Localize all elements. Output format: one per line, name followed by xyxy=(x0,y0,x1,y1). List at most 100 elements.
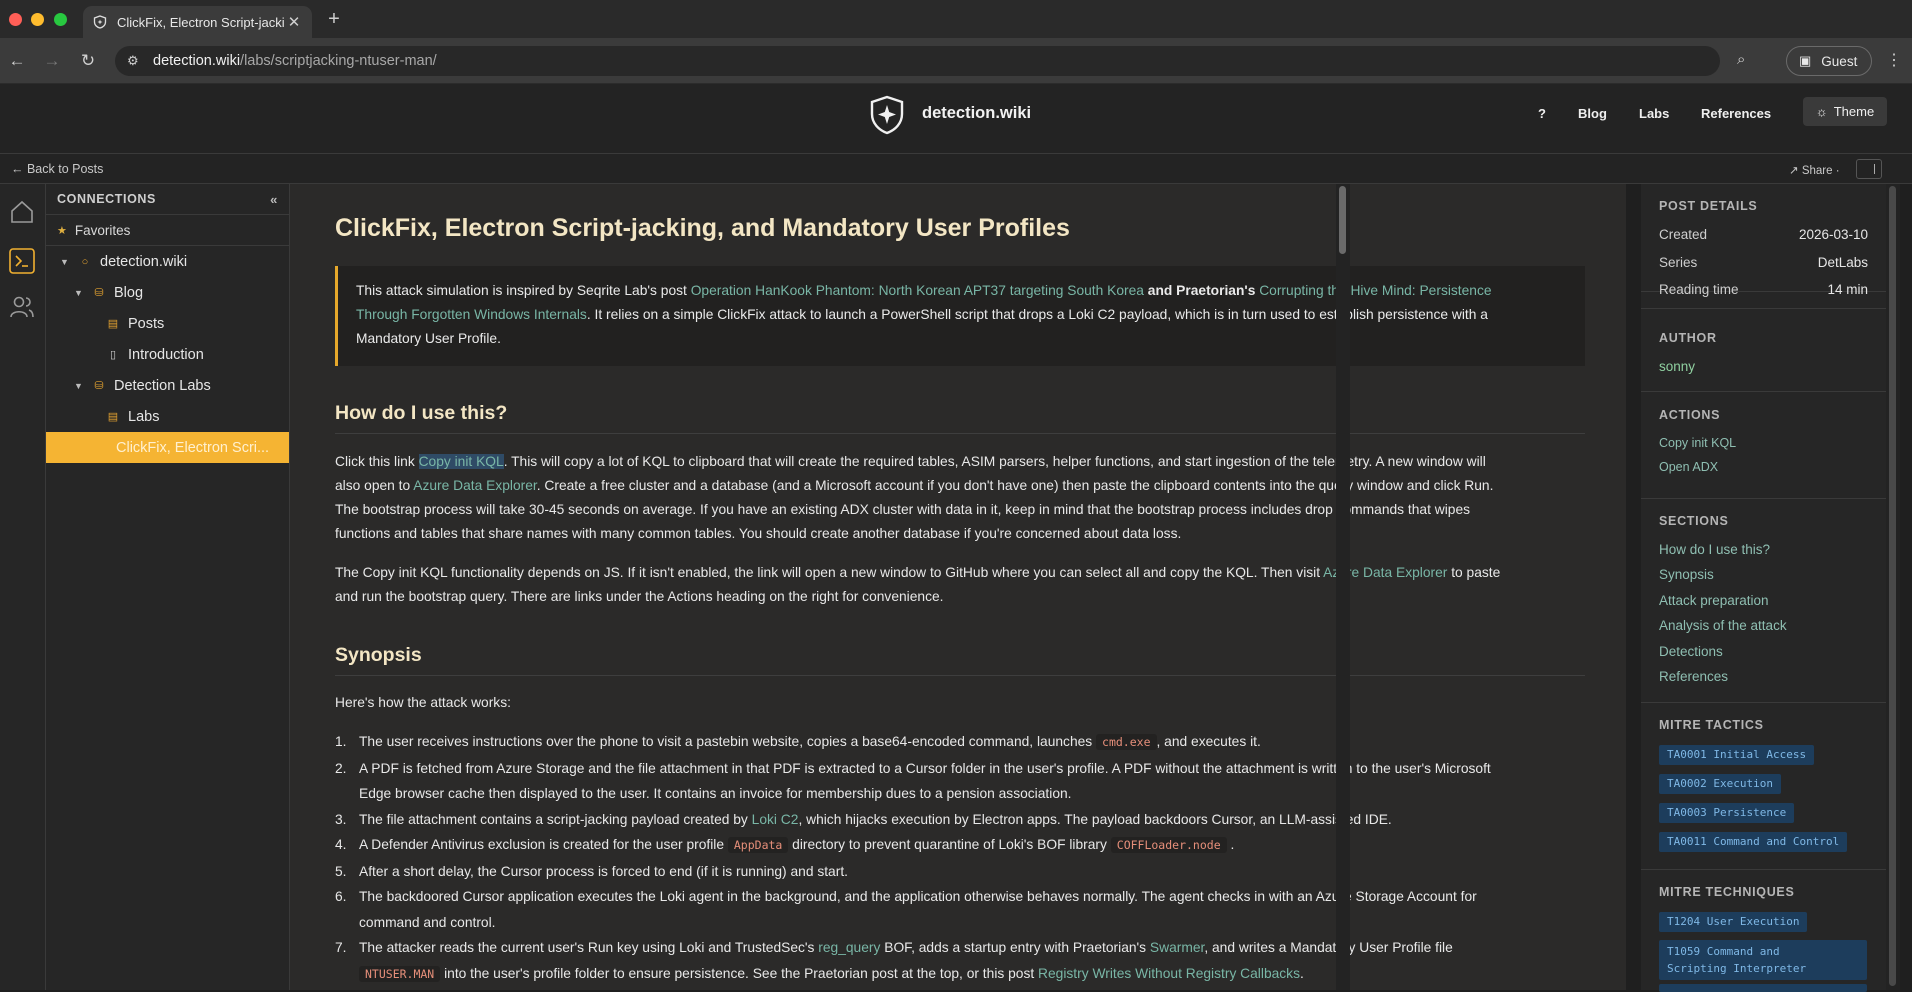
technique-tag[interactable] xyxy=(1659,984,1867,992)
tactic-tag[interactable]: TA0001 Initial Access xyxy=(1659,745,1815,765)
back-icon[interactable]: ← xyxy=(7,51,27,71)
menu-icon[interactable]: ⋮ xyxy=(1886,50,1902,70)
users-icon[interactable] xyxy=(9,294,35,320)
callout-text: . It relies on a simple ClickFix attack … xyxy=(586,307,1488,322)
step-text: directory to prevent quarantine of Loki'… xyxy=(788,837,1111,852)
step-text: A Defender Antivirus exclusion is create… xyxy=(359,837,728,852)
forward-icon[interactable]: → xyxy=(42,51,62,71)
technique-label: Scripting Interpreter xyxy=(1667,962,1807,975)
star-icon: ★ xyxy=(57,224,67,237)
scrollbar-thumb[interactable] xyxy=(1889,186,1896,986)
profile-button[interactable]: ▣ Guest xyxy=(1786,46,1872,76)
tree-item-detection-wiki[interactable]: ▼ ○ detection.wiki xyxy=(46,246,289,277)
section-link-detections[interactable]: Detections xyxy=(1659,644,1723,659)
new-tab-icon[interactable]: + xyxy=(324,8,344,31)
site-settings-icon[interactable]: ⚙ xyxy=(127,53,143,69)
post-details-heading: POST DETAILS xyxy=(1659,199,1758,213)
tree-item-label: Introduction xyxy=(128,346,204,363)
nav-blog-link[interactable]: Blog xyxy=(1578,106,1607,121)
tactic-tag[interactable]: TA0011 Command and Control xyxy=(1659,832,1848,852)
technique-tag[interactable]: T1204 User Execution xyxy=(1659,912,1808,932)
list-item: 5. After a short delay, the Cursor proces… xyxy=(335,863,848,879)
reload-icon[interactable]: ↻ xyxy=(78,51,98,71)
tree-item-label: Blog xyxy=(114,284,144,301)
hive-mind-link[interactable]: Through Forgotten Windows Internals xyxy=(356,307,587,322)
reg-query-link[interactable]: reg_query xyxy=(818,940,880,955)
swarmer-link[interactable]: Swarmer xyxy=(1150,940,1204,955)
url-domain: detection.wiki xyxy=(153,53,241,69)
post-details-panel: POST DETAILS Created 2026-03-10 Series Det… xyxy=(1641,184,1886,992)
profile-label: Guest xyxy=(1821,53,1858,69)
hive-mind-link[interactable]: Corrupting the Hive Mind: Persistence xyxy=(1259,283,1491,298)
open-adx-action[interactable]: Open ADX xyxy=(1659,460,1718,474)
article-pane: ClickFix, Electron Script-jacking, and M… xyxy=(290,184,1626,990)
tactic-tag[interactable]: TA0003 Persistence xyxy=(1659,803,1795,823)
copy-init-kql-link[interactable]: Copy init KQL xyxy=(418,454,504,469)
shield-logo-icon[interactable] xyxy=(869,95,905,135)
para-text: Click this link xyxy=(335,454,419,469)
step-text: After a short delay, the Cursor process … xyxy=(359,863,848,879)
connections-header: CONNECTIONS « xyxy=(46,184,289,215)
toggle-panel-icon[interactable] xyxy=(1856,159,1882,179)
callout-text: This attack simulation is inspired by Se… xyxy=(356,283,691,298)
inline-code: AppData xyxy=(727,837,789,853)
close-tab-icon[interactable]: ✕ xyxy=(286,13,302,31)
browser-tab[interactable]: ClickFix, Electron Script-jacki ✕ xyxy=(83,6,312,38)
loki-c2-link[interactable]: Loki C2 xyxy=(752,812,799,827)
technique-tag[interactable]: T1059 Command and Scripting Interpreter xyxy=(1659,940,1867,980)
section-link-attack-preparation[interactable]: Attack preparation xyxy=(1659,593,1769,608)
post-details-section: POST DETAILS Created 2026-03-10 Series Det… xyxy=(1641,184,1886,297)
tree-item-current-post[interactable]: ClickFix, Electron Scri... xyxy=(46,432,289,463)
caret-down-icon[interactable]: ▼ xyxy=(74,381,86,391)
home-icon[interactable] xyxy=(9,199,35,225)
favorites-item[interactable]: ★ Favorites xyxy=(46,215,289,246)
terminal-icon[interactable] xyxy=(9,248,35,274)
nav-help-link[interactable]: ? xyxy=(1538,106,1546,121)
author-link[interactable]: sonny xyxy=(1659,359,1695,374)
address-bar[interactable]: ⚙ detection.wiki/labs/scriptjacking-ntus… xyxy=(115,46,1720,76)
search-tabs-icon[interactable]: ⌕ xyxy=(1737,51,1745,68)
azure-data-explorer-link[interactable]: Azure Data Explorer xyxy=(413,478,536,493)
nav-references-link[interactable]: References xyxy=(1701,106,1771,121)
back-to-posts-link[interactable]: ← Back to Posts xyxy=(11,162,103,176)
hankook-phantom-link[interactable]: Operation HanKook Phantom: North Korean … xyxy=(691,283,1144,298)
database-icon: ⛁ xyxy=(94,380,104,392)
created-value: 2026-03-10 xyxy=(1798,227,1868,242)
maximize-window-button[interactable] xyxy=(54,13,67,26)
section-link-references[interactable]: References xyxy=(1659,669,1728,684)
section-link-how-to-use[interactable]: How do I use this? xyxy=(1659,542,1770,557)
heading-synopsis: Synopsis xyxy=(335,644,1585,676)
tree-item-introduction[interactable]: ▯ Introduction xyxy=(46,339,289,370)
copy-init-kql-action[interactable]: Copy init KQL xyxy=(1659,436,1736,450)
section-link-analysis[interactable]: Analysis of the attack xyxy=(1659,618,1787,633)
site-title[interactable]: detection.wiki xyxy=(922,104,1031,123)
post-subbar: ← Back to Posts ↗ Share · xyxy=(0,154,1912,184)
tree-item-labs[interactable]: ▤ Labs xyxy=(46,401,289,432)
article-scrollbar[interactable] xyxy=(1336,184,1350,990)
theme-button[interactable]: ☼ Theme xyxy=(1803,97,1887,126)
caret-down-icon[interactable]: ▼ xyxy=(74,288,86,298)
tactic-tag[interactable]: TA0002 Execution xyxy=(1659,774,1781,794)
section-link-synopsis[interactable]: Synopsis xyxy=(1659,567,1714,582)
tree-item-blog[interactable]: ▼ ⛁ Blog xyxy=(46,277,289,308)
registry-writes-link[interactable]: Registry Writes Without Registry Callbac… xyxy=(1038,966,1300,981)
actions-heading: ACTIONS xyxy=(1659,408,1721,422)
js-note-paragraph: The Copy init KQL functionality depends … xyxy=(335,561,1585,609)
tree-item-posts[interactable]: ▤ Posts xyxy=(46,308,289,339)
collapse-sidebar-icon[interactable]: « xyxy=(270,192,278,207)
caret-down-icon[interactable]: ▼ xyxy=(60,257,72,267)
icon-rail xyxy=(0,184,46,990)
scrollbar-thumb[interactable] xyxy=(1339,186,1346,254)
browser-toolbar: ← → ↻ ⚙ detection.wiki/labs/scriptjackin… xyxy=(0,38,1912,84)
share-button[interactable]: ↗ Share · xyxy=(1789,163,1840,177)
mitre-techniques-heading: MITRE TECHNIQUES xyxy=(1659,885,1795,899)
step-text: command and control. xyxy=(359,914,496,930)
panel-scrollbar[interactable] xyxy=(1886,184,1900,990)
close-window-button[interactable] xyxy=(9,13,22,26)
list-item: 4. A Defender Antivirus exclusion is crea… xyxy=(335,837,1235,853)
nav-labs-link[interactable]: Labs xyxy=(1639,106,1669,121)
step-text: Edge browser cache then displayed to the… xyxy=(359,786,1072,801)
minimize-window-button[interactable] xyxy=(31,13,44,26)
series-value: DetLabs xyxy=(1817,255,1868,270)
tree-item-detection-labs[interactable]: ▼ ⛁ Detection Labs xyxy=(46,370,289,401)
